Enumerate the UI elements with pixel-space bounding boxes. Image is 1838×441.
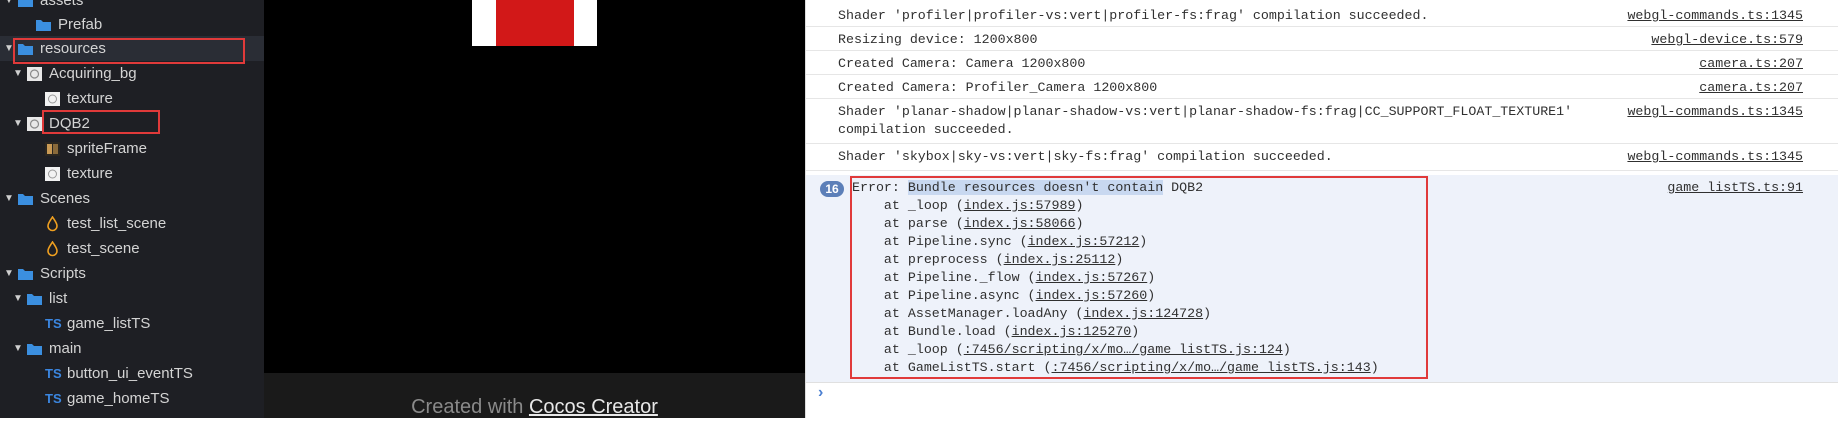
folder-icon (26, 340, 43, 356)
tree-item-test-scene[interactable]: test_scene (0, 236, 264, 261)
image-icon (26, 65, 43, 81)
tree-item-label: Scenes (40, 190, 91, 207)
console-message-text: Resizing device: 1200x800 (838, 32, 1038, 47)
tree-item-label: spriteFrame (67, 140, 148, 157)
expand-arrow-icon[interactable]: ▼ (12, 61, 24, 86)
tree-item-prefab[interactable]: Prefab (0, 12, 264, 37)
console-source-link[interactable]: camera.ts:207 (1699, 79, 1803, 97)
scene-icon (44, 240, 61, 257)
console-source-link[interactable]: webgl-commands.ts:1345 (1627, 7, 1803, 25)
console-message-text: Shader 'planar-shadow|planar-shadow-vs:v… (838, 104, 1573, 137)
folder-icon (17, 0, 34, 8)
tree-item-label: list (49, 290, 68, 307)
tree-item-label: Scripts (40, 265, 86, 282)
preview-sprite-red (496, 0, 574, 46)
tree-item-test-list-scene[interactable]: test_list_scene (0, 211, 264, 236)
tree-item-texture[interactable]: texture (0, 161, 264, 186)
game-preview[interactable]: Created with Cocos Creator (264, 0, 805, 418)
tree-item-scenes[interactable]: ▼ Scenes (0, 186, 264, 211)
typescript-icon: TS (45, 316, 62, 331)
texture-icon (44, 90, 61, 106)
console-source-link[interactable]: camera.ts:207 (1699, 55, 1803, 73)
console-source-link[interactable]: webgl-commands.ts:1345 (1627, 103, 1803, 121)
image-icon (26, 115, 43, 131)
tree-item-acquiring-bg[interactable]: ▼ Acquiring_bg (0, 61, 264, 86)
texture-icon (44, 165, 61, 181)
error-highlight-box (850, 176, 1428, 379)
tree-item-label: Prefab (58, 16, 103, 33)
console-message: Shader 'skybox|sky-vs:vert|sky-fs:frag' … (806, 144, 1838, 171)
tree-item-button-ui-eventts[interactable]: TS button_ui_eventTS (0, 361, 264, 386)
tree-item-label: button_ui_eventTS (67, 365, 193, 382)
tree-item-scripts[interactable]: ▼ Scripts (0, 261, 264, 286)
console-message: Resizing device: 1200x800 webgl-device.ts… (806, 27, 1838, 51)
console-message-text: Shader 'profiler|profiler-vs:vert|profil… (838, 8, 1429, 23)
tree-item-spriteframe[interactable]: spriteFrame (0, 136, 264, 161)
console-source-link[interactable]: webgl-commands.ts:1345 (1627, 148, 1803, 166)
tree-item-label: test_scene (67, 240, 140, 257)
typescript-icon: TS (45, 366, 62, 381)
tree-item-game-listts[interactable]: TS game_listTS (0, 311, 264, 336)
expand-arrow-icon[interactable]: ▼ (3, 186, 15, 211)
console-message-text: Created Camera: Camera 1200x800 (838, 56, 1086, 71)
console-source-link[interactable]: webgl-device.ts:579 (1651, 31, 1803, 49)
tree-item-label: main (49, 340, 82, 357)
repeat-count-badge: 16 (820, 181, 844, 197)
resources-highlight-box (13, 38, 245, 64)
tree-item-list[interactable]: ▼ list (0, 286, 264, 311)
typescript-icon: TS (45, 391, 62, 406)
dqb2-highlight-box (42, 110, 160, 134)
console-message: Created Camera: Camera 1200x800 camera.ts… (806, 51, 1838, 75)
expand-arrow-icon[interactable]: ▼ (12, 286, 24, 311)
tree-item-game-homets[interactable]: TS game_homeTS (0, 386, 264, 411)
console-message-text: Shader 'skybox|sky-vs:vert|sky-fs:frag' … (838, 149, 1333, 164)
tree-item-label: test_list_scene (67, 215, 167, 232)
footer-text: Created with (411, 396, 529, 418)
folder-icon (17, 265, 34, 281)
expand-arrow-icon[interactable]: ▼ (12, 336, 24, 361)
expand-arrow-icon[interactable]: ▼ (3, 261, 15, 286)
console-message: Created Camera: Profiler_Camera 1200x800… (806, 75, 1838, 99)
console-message: Shader 'planar-shadow|planar-shadow-vs:v… (806, 99, 1838, 144)
folder-icon (26, 290, 43, 306)
tree-item-label: game_listTS (67, 315, 151, 332)
folder-icon (35, 16, 52, 32)
folder-icon (17, 190, 34, 206)
tree-item-label: Acquiring_bg (49, 65, 137, 82)
error-source-link[interactable]: game_listTS.ts:91 (1667, 179, 1803, 197)
console-message-text: Created Camera: Profiler_Camera 1200x800 (838, 80, 1158, 95)
cocos-creator-link[interactable]: Cocos Creator (529, 396, 658, 418)
footer: Created with Cocos Creator (264, 373, 805, 418)
console-prompt[interactable]: › (818, 384, 823, 402)
tree-item-label: texture (67, 90, 113, 107)
tree-item-label: texture (67, 165, 113, 182)
tree-item-label: game_homeTS (67, 390, 170, 407)
scene-icon (44, 215, 61, 232)
preview-sprite (472, 0, 597, 46)
tree-item-texture[interactable]: texture (0, 86, 264, 111)
tree-item-main[interactable]: ▼ main (0, 336, 264, 361)
expand-arrow-icon[interactable]: ▼ (12, 111, 24, 136)
console-panel: Shader 'profiler|profiler-vs:vert|profil… (805, 0, 1838, 418)
sprite-icon (44, 140, 61, 156)
console-message: Shader 'profiler|profiler-vs:vert|profil… (806, 3, 1838, 27)
